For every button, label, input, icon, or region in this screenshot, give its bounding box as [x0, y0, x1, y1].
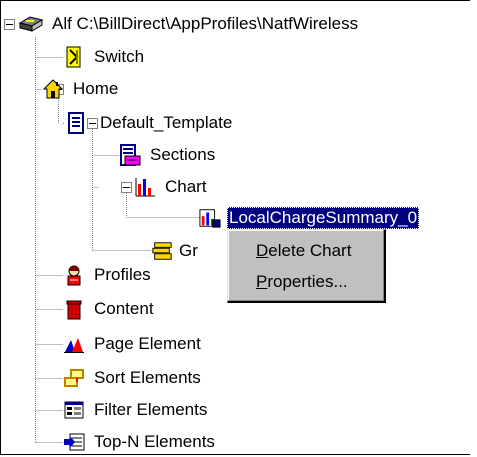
context-menu: Delete Chart Properties... [227, 229, 386, 303]
window-edge [470, 0, 477, 457]
filter-elements-label: Filter Elements [94, 400, 208, 419]
tree-node-local-charge-summary[interactable]: LocalChargeSummary_0 [199, 204, 420, 232]
properties-rest: roperties... [267, 272, 348, 291]
house-icon [42, 78, 64, 100]
document-icon [65, 112, 87, 134]
local-charge-summary-label: LocalChargeSummary_0 [227, 207, 420, 229]
menu-item-delete-chart[interactable]: Delete Chart [256, 237, 351, 265]
tree-node-sort-elements[interactable]: Sort Elements [63, 364, 203, 392]
tree-node-home[interactable]: Home [42, 75, 120, 103]
delete-chart-mnemonic: D [256, 241, 269, 260]
tree-node-topn-elements[interactable]: Top-N Elements [63, 428, 217, 456]
page-element-label: Page Element [94, 334, 201, 353]
tree-node-page-element[interactable]: Page Element [63, 330, 203, 358]
delete-chart-rest: elete Chart [268, 241, 352, 260]
tree-view[interactable]: Alf C:\BillDirect\AppProfiles\NatfWirele… [0, 0, 471, 455]
tree-node-content[interactable]: Content [63, 295, 156, 323]
default-template-label: Default_Template [100, 113, 233, 132]
database-icon [18, 13, 44, 35]
menu-item-properties[interactable]: Properties... [256, 268, 348, 296]
filter-icon [63, 399, 85, 421]
switch-icon [63, 46, 85, 68]
stack-icon [151, 240, 173, 262]
topn-icon [63, 431, 85, 453]
person-icon [63, 264, 85, 286]
chart-label: Chart [165, 177, 207, 196]
chart-icon [134, 176, 156, 198]
tree-node-profiles[interactable]: Profiles [63, 261, 153, 289]
switch-label: Switch [94, 47, 145, 66]
content-label: Content [94, 299, 154, 318]
page-element-icon [63, 333, 85, 355]
sections-label: Sections [150, 145, 216, 164]
trash-icon [63, 298, 85, 320]
tree-node-groups[interactable]: Gr [151, 237, 200, 265]
profiles-label: Profiles [94, 265, 151, 284]
chart-item-icon [199, 207, 221, 229]
chart-expander[interactable] [121, 182, 132, 193]
tree-node-root[interactable]: Alf C:\BillDirect\AppProfiles\NatfWirele… [18, 10, 360, 38]
topn-elements-label: Top-N Elements [94, 432, 215, 451]
sort-elements-label: Sort Elements [94, 368, 201, 387]
root-expander[interactable] [4, 19, 15, 30]
groups-label: Gr [179, 241, 198, 260]
sections-icon [119, 144, 141, 166]
tree-node-sections[interactable]: Sections [119, 141, 217, 169]
tree-node-chart[interactable]: Chart [134, 173, 209, 201]
tree-node-default-template[interactable]: Default_Template [65, 109, 234, 137]
sort-icon [63, 367, 85, 389]
properties-mnemonic: P [256, 272, 268, 291]
home-label: Home [73, 79, 119, 98]
tree-node-filter-elements[interactable]: Filter Elements [63, 396, 209, 424]
root-label: Alf C:\BillDirect\AppProfiles\NatfWirele… [52, 14, 359, 33]
tree-node-switch[interactable]: Switch [63, 43, 146, 71]
